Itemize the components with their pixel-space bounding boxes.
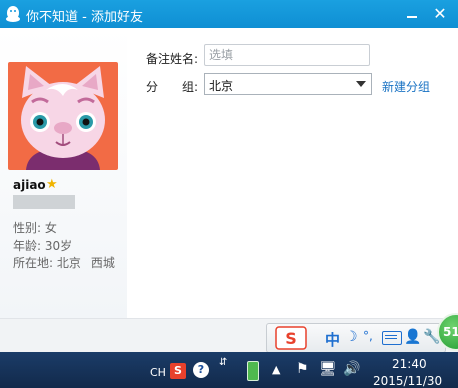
group-select-value: 北京 (209, 79, 234, 93)
redacted-id-bar (13, 195, 75, 209)
show-hidden-icons-icon[interactable]: ▲ (272, 363, 280, 376)
ime-arrows-icon[interactable]: ⇵ (219, 358, 227, 368)
minimize-button[interactable] (402, 4, 422, 24)
window-title: 你不知道 - 添加好友 (26, 10, 143, 25)
gender-text: 性别: 女 (13, 221, 57, 235)
ime-toolbar: S 中 ☽ °, 👤 🔧 (266, 323, 446, 353)
network-icon[interactable]: 🖥 (319, 361, 337, 377)
profile-panel: ajiao ★ 性别: 女 年龄: 30岁 所在地: 北京 西城 (0, 28, 127, 318)
location-district: 西城 (90, 256, 115, 270)
input-language-indicator[interactable]: CH (150, 366, 166, 379)
group-label-left: 分 (146, 80, 159, 94)
age-text: 年龄: 30岁 (13, 239, 73, 253)
battery-icon[interactable] (247, 361, 259, 381)
clock-time[interactable]: 21:40 (392, 357, 427, 371)
user-icon[interactable]: 👤 (404, 329, 421, 345)
qq-penguin-icon (6, 6, 20, 22)
remark-name-label: 备注姓名: (146, 52, 199, 66)
group-label: 分 组: (146, 78, 198, 95)
help-icon[interactable]: ? (193, 362, 209, 378)
taskbar: CH S ? ⇵ ▲ ⚑ 🖥 🔊 21:40 2015/11/30 (0, 352, 458, 388)
group-select[interactable]: 北京 (204, 73, 372, 95)
clock-date[interactable]: 2015/11/30 (373, 374, 442, 388)
remark-name-input[interactable] (204, 44, 370, 66)
keyboard-icon[interactable] (382, 331, 402, 345)
close-icon: ✕ (433, 4, 447, 23)
close-button[interactable]: ✕ (430, 4, 450, 24)
username: ajiao (13, 178, 46, 192)
location-text: 所在地: 北京 西城 (13, 254, 115, 271)
title-bar: 你不知道 - 添加好友 ✕ (0, 0, 458, 28)
sogou-s-logo-icon[interactable]: S (275, 326, 307, 350)
location-city: 所在地: 北京 (13, 256, 81, 270)
svg-text:S: S (285, 329, 297, 348)
punctuation-icon[interactable]: °, (363, 329, 373, 343)
moon-icon[interactable]: ☽ (345, 329, 358, 345)
sogou-tray-icon[interactable]: S (170, 363, 186, 379)
chevron-down-icon (356, 81, 366, 87)
ime-language-toggle[interactable]: 中 (325, 329, 340, 350)
star-icon: ★ (46, 177, 58, 192)
group-label-right: 组: (182, 80, 199, 94)
avatar (8, 62, 118, 170)
action-center-flag-icon[interactable]: ⚑ (296, 361, 309, 377)
new-group-link[interactable]: 新建分组 (382, 78, 430, 95)
volume-icon[interactable]: 🔊 (343, 361, 360, 377)
